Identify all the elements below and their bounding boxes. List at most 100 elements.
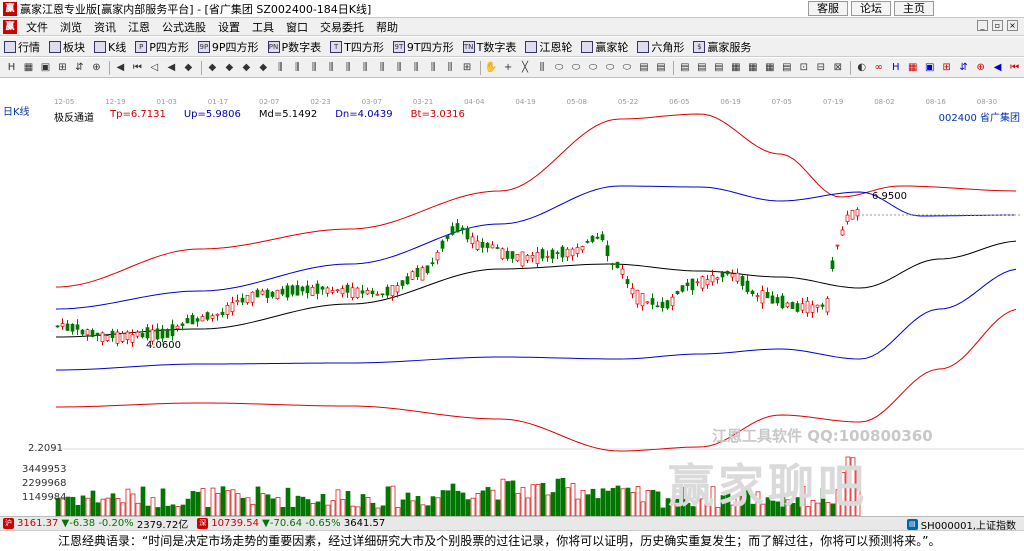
doc-icon: 赢 — [3, 19, 17, 34]
price-chart[interactable] — [0, 79, 1024, 516]
restore-icon[interactable]: ▫ — [992, 20, 1003, 31]
close-icon[interactable]: × — [1007, 20, 1018, 31]
toolbar-button-3[interactable]: P P四方形 — [135, 39, 189, 55]
drawing-tool-icon[interactable]: ⏮ — [130, 60, 145, 75]
toolbar-button-12[interactable]: $ 赢家服务 — [693, 39, 751, 55]
drawing-tool-icon[interactable]: ▦ — [905, 60, 920, 75]
drawing-tool-icon[interactable]: ◀ — [990, 60, 1005, 75]
drawing-tool-icon[interactable]: ▤ — [694, 60, 709, 75]
drawing-tool-icon[interactable]: ◆ — [239, 60, 254, 75]
drawing-tool-icon[interactable]: ▦ — [745, 60, 760, 75]
drawing-tool-icon[interactable]: ⫼ — [375, 60, 390, 75]
sh-index-segment[interactable]: 沪 3161.37 ▼-6.38 -0.20% 2379.72亿 — [0, 516, 188, 531]
drawing-tool-icon[interactable]: ▤ — [677, 60, 692, 75]
kline-chart-area[interactable]: 12-05 12-19 01-03 01-17 02-07 02-23 03-07 03-21… — [0, 79, 1024, 516]
drawing-tool-icon[interactable]: ▤ — [636, 60, 651, 75]
drawing-tool-icon[interactable]: ⫼ — [324, 60, 339, 75]
drawing-tool-icon[interactable]: ⫼ — [426, 60, 441, 75]
drawing-tool-icon[interactable]: ▤ — [779, 60, 794, 75]
menu-gann[interactable]: 江恩 — [122, 19, 156, 35]
drawing-tool-icon[interactable]: ⬭ — [619, 60, 634, 75]
sz-index-segment[interactable]: 深 10739.54 ▼-70.64 -0.65% 3641.57 — [194, 518, 385, 529]
candlestick — [195, 316, 200, 327]
drawing-tool-icon[interactable]: ✋ — [484, 60, 499, 75]
drawing-tool-icon[interactable]: ⫼ — [273, 60, 288, 75]
drawing-tool-icon[interactable]: ◆ — [205, 60, 220, 75]
drawing-tool-icon[interactable]: H — [888, 60, 903, 75]
toolbar-button-8[interactable]: TN T数字表 — [462, 39, 516, 55]
drawing-tool-icon[interactable]: ∞ — [871, 60, 886, 75]
homepage-link[interactable]: 主页 — [894, 1, 934, 16]
drawing-tool-icon[interactable]: ⊡ — [796, 60, 811, 75]
drawing-tool-icon[interactable]: ⊞ — [460, 60, 475, 75]
drawing-tool-icon[interactable]: ▤ — [653, 60, 668, 75]
toolbar-button-6[interactable]: T T四方形 — [330, 39, 384, 55]
toolbar-button-11[interactable]: 六角形 — [637, 39, 684, 55]
menu-window[interactable]: 窗口 — [280, 19, 314, 35]
menu-tools[interactable]: 工具 — [246, 19, 280, 35]
drawing-tool-icon[interactable]: ⫼ — [307, 60, 322, 75]
toolbar-button-5[interactable]: PN P数字表 — [267, 39, 321, 55]
drawing-tool-icon[interactable]: ⊕ — [89, 60, 104, 75]
9t-square-icon: 9T — [392, 40, 405, 53]
volume-bar — [415, 496, 421, 516]
drawing-tool-icon[interactable]: ⊕ — [973, 60, 988, 75]
drawing-tool-icon[interactable]: ⊞ — [939, 60, 954, 75]
menu-browse[interactable]: 浏览 — [54, 19, 88, 35]
menu-formula-select[interactable]: 公式选股 — [156, 19, 212, 35]
toolbar-button-0[interactable]: 行情 — [4, 39, 40, 55]
drawing-tool-icon[interactable]: H — [4, 60, 19, 75]
drawing-tool-icon[interactable]: ⇵ — [72, 60, 87, 75]
drawing-tool-icon[interactable]: ◆ — [222, 60, 237, 75]
forum-link[interactable]: 论坛 — [851, 1, 891, 16]
drawing-tool-icon[interactable]: ◀ — [113, 60, 128, 75]
customer-service-link[interactable]: 客服 — [808, 1, 848, 16]
drawing-tool-icon[interactable]: ▣ — [922, 60, 937, 75]
drawing-tool-icon[interactable]: ▦ — [728, 60, 743, 75]
candlestick — [535, 247, 540, 268]
drawing-tool-icon[interactable]: ◐ — [854, 60, 869, 75]
drawing-tool-icon[interactable]: ◆ — [256, 60, 271, 75]
drawing-tool-icon[interactable]: ▦ — [21, 60, 36, 75]
volume-bar — [640, 501, 646, 516]
candlestick — [820, 302, 825, 310]
drawing-tool-icon[interactable]: ⊞ — [55, 60, 70, 75]
drawing-tool-icon[interactable]: ⫼ — [392, 60, 407, 75]
drawing-tool-icon[interactable]: ⬭ — [602, 60, 617, 75]
menu-help[interactable]: 帮助 — [370, 19, 404, 35]
toolbar-button-7[interactable]: 9T 9T四方形 — [392, 39, 454, 55]
drawing-tool-icon[interactable]: ⫼ — [358, 60, 373, 75]
drawing-tool-icon[interactable]: ◀ — [164, 60, 179, 75]
drawing-tool-icon[interactable]: ⊟ — [813, 60, 828, 75]
index-icon: ▤ — [906, 519, 918, 530]
menu-info[interactable]: 资讯 — [88, 19, 122, 35]
drawing-tool-icon[interactable]: ⬭ — [569, 60, 584, 75]
drawing-tool-icon[interactable]: ⫼ — [409, 60, 424, 75]
toolbar-button-4[interactable]: 9P 9P四方形 — [197, 39, 259, 55]
drawing-tool-icon[interactable]: ⫼ — [290, 60, 305, 75]
menu-file[interactable]: 文件 — [20, 19, 54, 35]
menu-settings[interactable]: 设置 — [212, 19, 246, 35]
toolbar-button-2[interactable]: K线 — [94, 39, 126, 55]
menu-trade[interactable]: 交易委托 — [314, 19, 370, 35]
minimize-icon[interactable]: _ — [977, 20, 988, 31]
toolbar-button-9[interactable]: 江恩轮 — [525, 39, 572, 55]
drawing-tool-icon[interactable]: ◁ — [147, 60, 162, 75]
drawing-tool-icon[interactable]: ▦ — [762, 60, 777, 75]
drawing-tool-icon[interactable]: ⫼ — [535, 60, 550, 75]
drawing-tool-icon[interactable]: ▣ — [38, 60, 53, 75]
drawing-tool-icon[interactable]: ⊠ — [830, 60, 845, 75]
drawing-tool-icon[interactable]: ⏮ — [1007, 60, 1022, 75]
drawing-tool-icon[interactable]: ⫼ — [443, 60, 458, 75]
drawing-tool-icon[interactable]: ⬭ — [585, 60, 600, 75]
drawing-tool-icon[interactable]: + — [501, 60, 516, 75]
drawing-tool-icon[interactable]: ⫼ — [341, 60, 356, 75]
drawing-tool-icon[interactable]: ⬭ — [552, 60, 567, 75]
drawing-tool-icon[interactable]: ⇵ — [956, 60, 971, 75]
drawing-tool-icon[interactable]: ╳ — [518, 60, 533, 75]
drawing-tool-icon[interactable]: ▤ — [711, 60, 726, 75]
volume-bar — [500, 478, 506, 516]
toolbar-button-10[interactable]: 赢家轮 — [581, 39, 628, 55]
toolbar-button-1[interactable]: 板块 — [49, 39, 85, 55]
drawing-tool-icon[interactable]: ◆ — [181, 60, 196, 75]
